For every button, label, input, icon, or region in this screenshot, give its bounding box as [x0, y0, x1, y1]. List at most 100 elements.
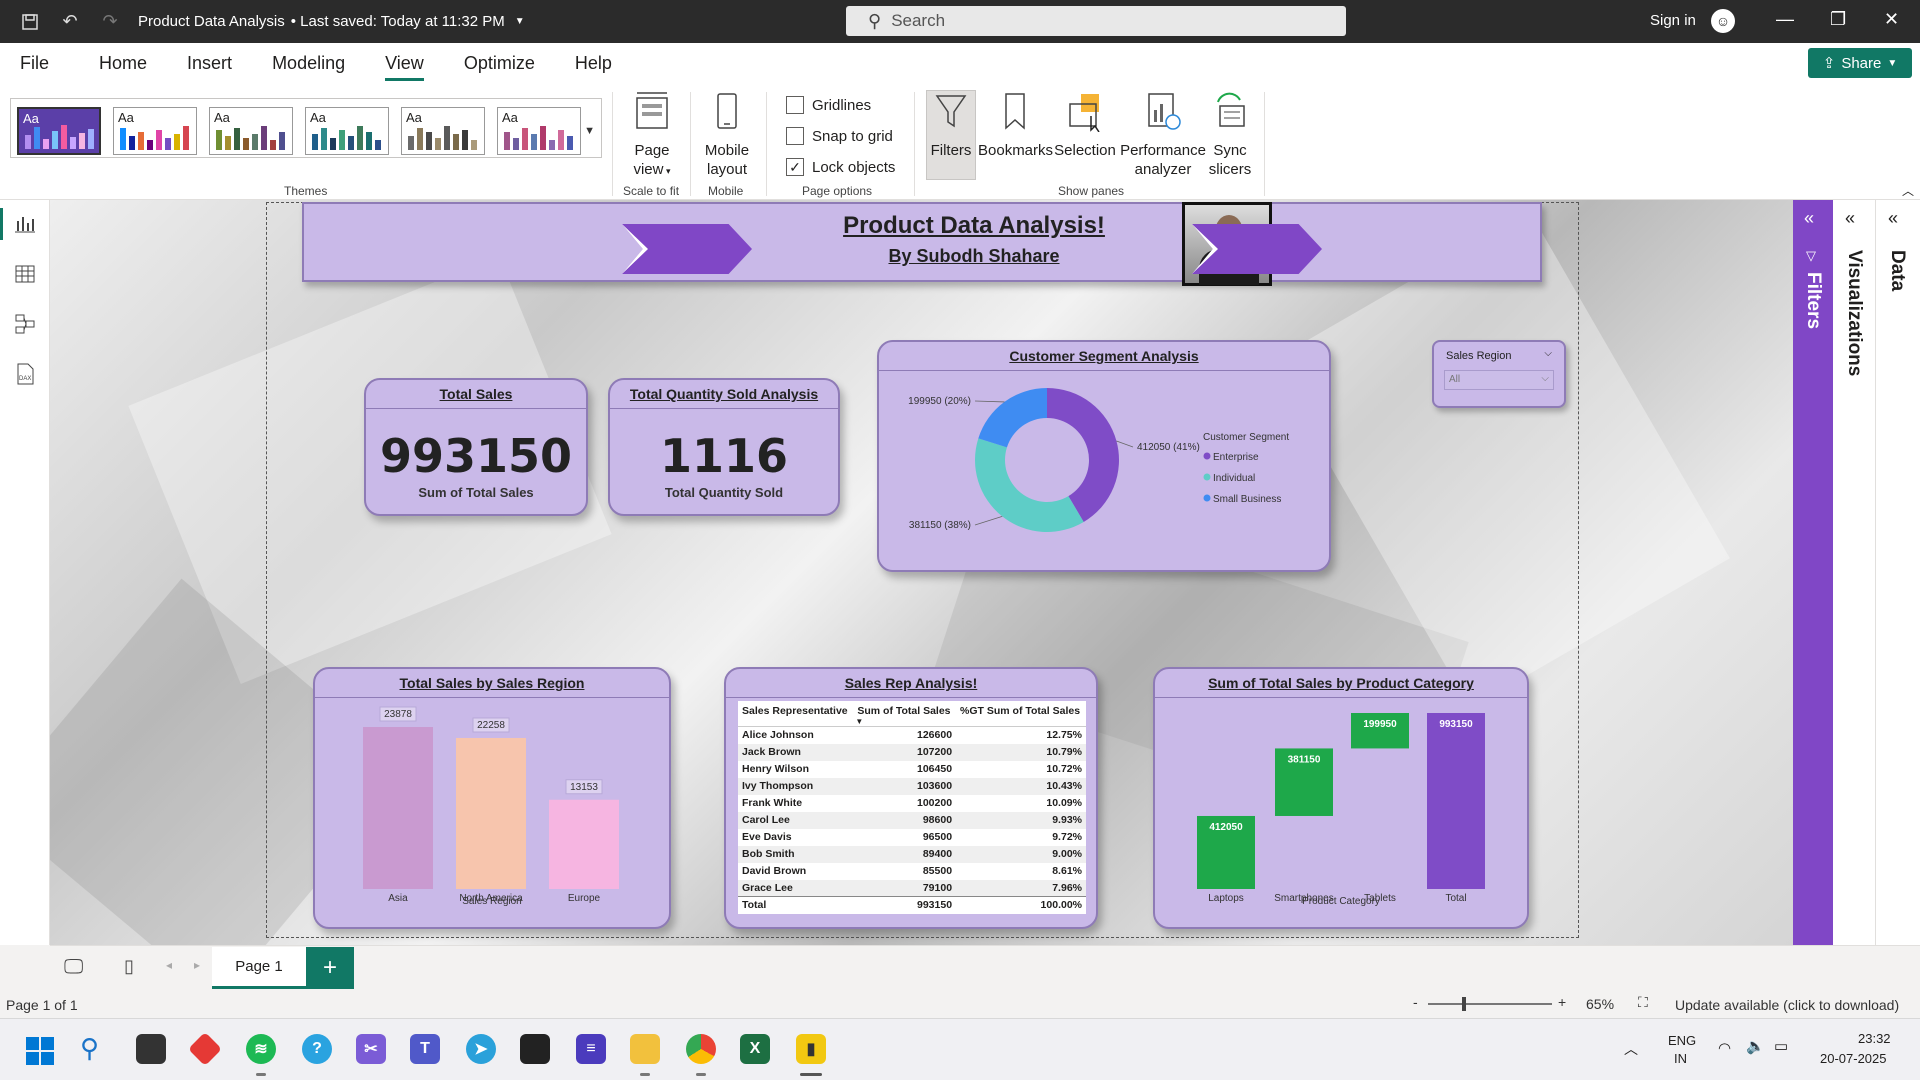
sales-rep-card[interactable]: Sales Rep Analysis! Sales Representative… [724, 667, 1098, 929]
sales-region-card[interactable]: Total Sales by Sales Region 23878 Asia 222… [313, 667, 671, 929]
mobile-layout-icon[interactable]: ▯ [124, 956, 134, 977]
table-row[interactable]: Carol Lee 98600 9.93% [738, 811, 1086, 829]
slicer-dropdown[interactable]: All ⌵ [1444, 370, 1554, 390]
theme-thumb-1[interactable]: Aa [17, 107, 101, 155]
table-row[interactable]: Alice Johnson 126600 12.75% [738, 727, 1086, 744]
prev-page-icon[interactable]: ◂ [166, 958, 172, 972]
menu-help[interactable]: Help [555, 43, 632, 84]
clock-time[interactable]: 23:32 [1858, 1031, 1891, 1046]
total-quantity-card[interactable]: Total Quantity Sold Analysis 1116 Total … [608, 378, 840, 516]
dax-query-view-icon[interactable]: DAX [13, 362, 37, 386]
chevron-down-icon[interactable]: ▼ [584, 125, 595, 137]
update-notice[interactable]: Update available (click to download) [1675, 997, 1899, 1013]
visualizations-pane-collapsed[interactable]: « Visualizations [1833, 200, 1875, 945]
fit-to-page-icon[interactable]: ⛶ [1638, 994, 1648, 1011]
file-explorer-icon[interactable] [630, 1034, 660, 1064]
menu-insert[interactable]: Insert [167, 43, 252, 84]
excel-icon[interactable]: X [740, 1034, 770, 1064]
desktop-layout-icon[interactable]: 🖵 [64, 956, 83, 979]
search-icon[interactable]: ⚲ [80, 1033, 99, 1064]
restore-icon[interactable]: ❐ [1830, 9, 1846, 30]
total-sales-card[interactable]: Total Sales 993150 Sum of Total Sales [364, 378, 588, 516]
data-pane-collapsed[interactable]: « Data [1875, 200, 1920, 945]
gridlines-checkbox[interactable]: Gridlines [786, 96, 871, 114]
chevron-up-icon[interactable]: ︿ [1624, 1039, 1638, 1059]
model-view-icon[interactable] [13, 312, 37, 336]
menu-file[interactable]: File [0, 43, 69, 84]
theme-thumb-2[interactable]: Aa [113, 107, 197, 155]
chevron-down-icon[interactable]: ▼ [515, 16, 525, 27]
telegram-icon[interactable]: ➤ [466, 1034, 496, 1064]
table-view-icon[interactable] [13, 262, 37, 286]
zoom-out-icon[interactable]: - [1413, 994, 1418, 1010]
chevron-down-icon[interactable]: ⌵ [1544, 348, 1552, 359]
report-view-icon[interactable] [13, 212, 37, 236]
zoom-thumb[interactable] [1462, 997, 1466, 1011]
product-category-card[interactable]: Sum of Total Sales by Product Category 4… [1153, 667, 1529, 929]
table-total-row[interactable]: Total 993150 100.00% [738, 896, 1086, 914]
theme-thumb-4[interactable]: Aa [305, 107, 389, 155]
snipping-tool-icon[interactable]: ✂ [356, 1034, 386, 1064]
table-row[interactable]: Bob Smith 89400 9.00% [738, 845, 1086, 863]
clock-date[interactable]: 20-07-2025 [1820, 1051, 1887, 1066]
minimize-icon[interactable]: — [1776, 9, 1794, 30]
mobile-layout-button[interactable]: Mobile layout [700, 90, 754, 179]
column-header[interactable]: Sales Representative [738, 701, 854, 727]
account-icon[interactable]: ☺ [1711, 9, 1735, 33]
expand-icon[interactable]: « [1804, 208, 1814, 229]
filters-button[interactable]: Filters [926, 90, 976, 160]
browser-icon[interactable]: ? [302, 1034, 332, 1064]
lock-objects-checkbox[interactable]: ✓ Lock objects [786, 158, 895, 176]
filters-pane-collapsed[interactable]: « ▽ Filters [1793, 200, 1833, 945]
sales-region-slicer[interactable]: Sales Region ⌵ All ⌵ [1432, 340, 1566, 408]
app-icon[interactable]: ≡ [576, 1034, 606, 1064]
sync-slicers-button[interactable]: Sync slicers [1208, 90, 1252, 179]
battery-icon[interactable]: ▭ [1774, 1037, 1788, 1055]
menu-optimize[interactable]: Optimize [444, 43, 555, 84]
table-row[interactable]: Henry Wilson 106450 10.72% [738, 761, 1086, 778]
expand-icon[interactable]: « [1888, 208, 1898, 229]
table-row[interactable]: David Brown 85500 8.61% [738, 863, 1086, 880]
app-icon[interactable] [188, 1032, 222, 1066]
chrome-icon[interactable] [686, 1034, 716, 1064]
menu-home[interactable]: Home [69, 43, 167, 84]
add-page-button[interactable]: + [306, 947, 354, 989]
theme-thumb-3[interactable]: Aa [209, 107, 293, 155]
table-row[interactable]: Grace Lee 79100 7.96% [738, 879, 1086, 897]
column-header[interactable]: Sum of Total Sales ▼ [853, 701, 957, 727]
spotify-icon[interactable]: ≋ [246, 1034, 276, 1064]
header-banner[interactable]: Product Data Analysis! By Subodh Shahare [302, 202, 1542, 286]
column-header[interactable]: %GT Sum of Total Sales [956, 701, 1086, 727]
zoom-slider[interactable] [1428, 997, 1552, 1011]
zoom-in-icon[interactable]: + [1558, 994, 1566, 1010]
region-code[interactable]: IN [1674, 1051, 1687, 1066]
sign-in-link[interactable]: Sign in [1650, 12, 1696, 29]
next-page-icon[interactable]: ▸ [194, 958, 200, 972]
table-row[interactable]: Frank White 100200 10.09% [738, 795, 1086, 812]
redo-icon[interactable]: ↷ [90, 0, 130, 43]
task-view-icon[interactable] [136, 1034, 166, 1064]
snap-to-grid-checkbox[interactable]: Snap to grid [786, 127, 893, 145]
table-row[interactable]: Eve Davis 96500 9.72% [738, 829, 1086, 846]
language-code[interactable]: ENG [1668, 1033, 1696, 1048]
expand-icon[interactable]: « [1845, 208, 1855, 229]
collapse-ribbon-icon[interactable]: ︿ [1902, 182, 1914, 199]
volume-icon[interactable]: 🔈 [1746, 1037, 1765, 1055]
page-tab[interactable]: Page 1 [212, 947, 306, 989]
table-row[interactable]: Jack Brown 107200 10.79% [738, 743, 1086, 761]
close-icon[interactable]: ✕ [1884, 9, 1899, 30]
zoom-level[interactable]: 65% [1586, 996, 1614, 1012]
selection-button[interactable]: Selection [1052, 90, 1118, 160]
wifi-icon[interactable]: ◠ [1718, 1039, 1731, 1057]
save-icon[interactable] [10, 0, 50, 43]
performance-analyzer-button[interactable]: Performance analyzer [1118, 90, 1208, 179]
power-bi-icon[interactable]: ▮ [796, 1034, 826, 1064]
windows-start-icon[interactable] [26, 1037, 54, 1065]
table-row[interactable]: Ivy Thompson 103600 10.43% [738, 777, 1086, 795]
menu-view[interactable]: View [365, 43, 444, 84]
customer-segment-card[interactable]: Customer Segment Analysis 412050 (41%) 38… [877, 340, 1331, 572]
menu-modeling[interactable]: Modeling [252, 43, 365, 84]
sticky-notes-icon[interactable] [520, 1034, 550, 1064]
bookmarks-button[interactable]: Bookmarks [978, 90, 1053, 160]
share-button[interactable]: ⇪ Share ▼ [1808, 48, 1912, 78]
